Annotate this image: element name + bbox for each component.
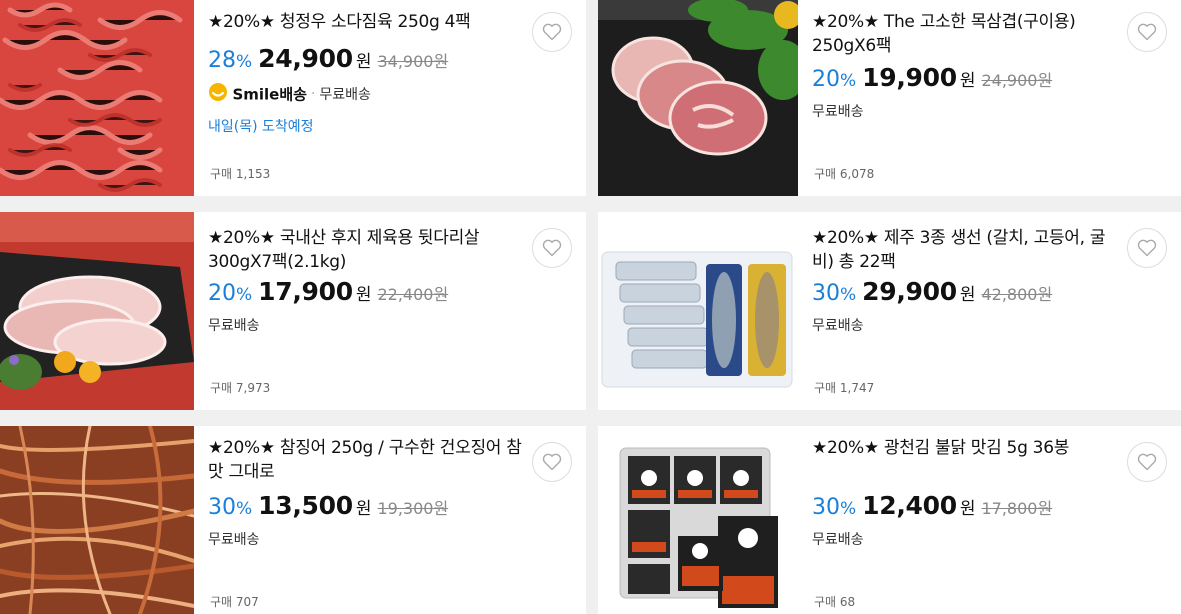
product-card[interactable]: ★20%★ The 고소한 목삼겹(구이용) 250gX6팩 20% 19,900… [598, 0, 1181, 196]
smile-logo-icon [208, 82, 228, 106]
shipping-label: 무료배송 [319, 87, 371, 103]
discount-percent-sign: % [840, 499, 857, 519]
discount-rate: 30 [812, 281, 840, 306]
discount-rate: 30 [208, 495, 236, 520]
shipping-label: 무료배송 [812, 318, 864, 334]
heart-icon [1137, 239, 1157, 257]
sale-price: 13,500 [258, 491, 353, 520]
ground-beef-image[interactable] [0, 0, 194, 196]
seaweed-pack-image[interactable] [598, 426, 798, 614]
fish-set-image[interactable] [598, 212, 798, 410]
purchase-count: 구매 68 [814, 595, 856, 609]
shipping-label: 무료배송 [812, 532, 864, 548]
product-title[interactable]: ★20%★ 참징어 250g / 구수한 건오징어 참 맛 그대로 [208, 436, 526, 484]
discount-percent-sign: % [236, 285, 253, 305]
sale-price: 29,900 [862, 277, 957, 306]
shipping-label: 무료배송 [208, 532, 260, 548]
original-price: 24,900원 [981, 71, 1053, 90]
sale-price: 24,900 [258, 44, 353, 73]
original-price: 17,800원 [981, 499, 1053, 518]
wishlist-button[interactable] [532, 12, 572, 52]
smile-delivery-label: Smile배송 [232, 85, 307, 104]
discount-percent-sign: % [236, 52, 253, 72]
original-price: 42,800원 [981, 285, 1053, 304]
shipping-label: 무료배송 [812, 104, 864, 120]
purchase-count: 구매 7,973 [210, 381, 271, 395]
heart-icon [542, 453, 562, 471]
purchase-count: 구매 6,078 [814, 167, 875, 181]
discount-percent-sign: % [840, 71, 857, 91]
arrival-date: 내일(목) 도착예정 [208, 119, 314, 135]
won-unit: 원 [959, 71, 976, 91]
price-row: 20% 19,900 원 24,900원 [812, 62, 1121, 97]
discount-percent-sign: % [840, 285, 857, 305]
won-unit: 원 [355, 499, 372, 519]
discount-rate: 30 [812, 495, 840, 520]
discount-rate: 20 [812, 67, 840, 92]
heart-icon [1137, 23, 1157, 41]
product-title[interactable]: ★20%★ 국내산 후지 제육용 뒷다리살 300gX7팩(2.1kg) [208, 226, 526, 274]
pork-leg-image[interactable] [0, 212, 194, 410]
sale-price: 17,900 [258, 277, 353, 306]
won-unit: 원 [355, 52, 372, 72]
product-card[interactable]: ★20%★ 청정우 소다짐육 250g 4팩 28% 24,900 원 34,900원… [0, 0, 586, 196]
wishlist-button[interactable] [1127, 442, 1167, 482]
heart-icon [1137, 453, 1157, 471]
shipping-row: Smile배송 · 무료배송 [208, 82, 526, 106]
dried-squid-image[interactable] [0, 426, 194, 614]
product-card[interactable]: ★20%★ 광천김 불닭 맛김 5g 36봉 30% 12,400 원 17,800원… [598, 426, 1181, 614]
won-unit: 원 [959, 499, 976, 519]
won-unit: 원 [355, 285, 372, 305]
price-row: 30% 29,900 원 42,800원 [812, 276, 1121, 311]
price-row: 30% 12,400 원 17,800원 [812, 490, 1121, 525]
sale-price: 19,900 [862, 63, 957, 92]
original-price: 22,400원 [377, 285, 449, 304]
product-title[interactable]: ★20%★ 청정우 소다짐육 250g 4팩 [208, 10, 526, 34]
original-price: 19,300원 [377, 499, 449, 518]
wishlist-button[interactable] [532, 228, 572, 268]
price-row: 30% 13,500 원 19,300원 [208, 490, 526, 525]
original-price: 34,900원 [377, 52, 449, 71]
price-row: 28% 24,900 원 34,900원 [208, 43, 526, 78]
won-unit: 원 [959, 285, 976, 305]
price-row: 20% 17,900 원 22,400원 [208, 276, 526, 311]
wishlist-button[interactable] [532, 442, 572, 482]
wishlist-button[interactable] [1127, 12, 1167, 52]
product-card[interactable]: ★20%★ 제주 3종 생선 (갈치, 고등어, 굴비) 총 22팩 30% 29… [598, 212, 1181, 410]
shipping-label: 무료배송 [208, 318, 260, 334]
discount-rate: 28 [208, 48, 236, 73]
sale-price: 12,400 [862, 491, 957, 520]
product-title[interactable]: ★20%★ The 고소한 목삼겹(구이용) 250gX6팩 [812, 10, 1121, 58]
product-title[interactable]: ★20%★ 제주 3종 생선 (갈치, 고등어, 굴비) 총 22팩 [812, 226, 1121, 274]
wishlist-button[interactable] [1127, 228, 1167, 268]
discount-percent-sign: % [236, 499, 253, 519]
heart-icon [542, 23, 562, 41]
product-card[interactable]: ★20%★ 참징어 250g / 구수한 건오징어 참 맛 그대로 30% 13,… [0, 426, 586, 614]
product-card[interactable]: ★20%★ 국내산 후지 제육용 뒷다리살 300gX7팩(2.1kg) 20%… [0, 212, 586, 410]
purchase-count: 구매 1,747 [814, 381, 875, 395]
purchase-count: 구매 707 [210, 595, 259, 609]
purchase-count: 구매 1,153 [210, 167, 271, 181]
separator-dot: · [310, 86, 316, 102]
pork-neck-image[interactable] [598, 0, 798, 196]
discount-rate: 20 [208, 281, 236, 306]
heart-icon [542, 239, 562, 257]
product-title[interactable]: ★20%★ 광천김 불닭 맛김 5g 36봉 [812, 436, 1121, 460]
